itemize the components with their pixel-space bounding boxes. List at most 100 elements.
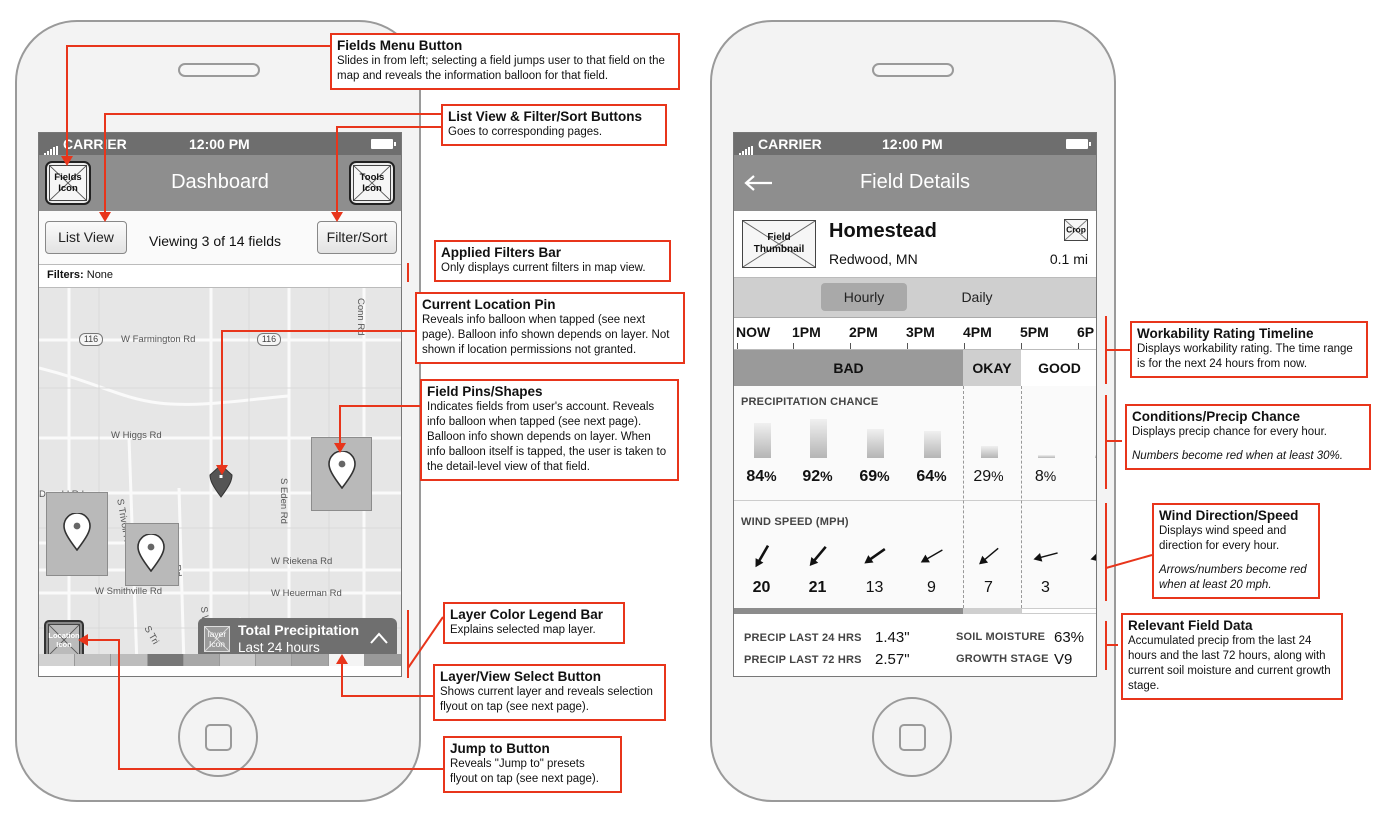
crop-label: Crop — [1066, 224, 1086, 235]
precip-value: 69% — [859, 468, 890, 485]
tab-hourly[interactable]: Hourly — [821, 283, 907, 311]
layer-title: Total Precipitation — [238, 622, 360, 638]
layer-icon: layer Icon — [204, 626, 230, 652]
carrier-label: CARRIER — [63, 136, 127, 152]
field-pin-icon[interactable] — [137, 534, 165, 572]
annotation-desc: Reveals "Jump to" presets flyout on tap … — [450, 758, 599, 785]
route-shield: 116 — [257, 333, 281, 346]
dashboard-screen: CARRIER 12:00 PM Fields Icon Dashboard T… — [38, 132, 402, 677]
wind-direction-arrow-icon — [1032, 552, 1058, 562]
list-view-button[interactable]: List View — [45, 221, 127, 254]
precip-bar — [1037, 455, 1055, 458]
current-location-pin-icon[interactable] — [209, 464, 233, 498]
tab-daily[interactable]: Daily — [934, 283, 1020, 311]
workability-timeline: NOW 1PM 2PM 3PM 4PM 5PM 6P — [734, 318, 1096, 350]
wind-speed-value: 3 — [1041, 579, 1050, 596]
home-button-square-icon — [899, 724, 926, 751]
annotation-title: Applied Filters Bar — [441, 245, 562, 260]
precip24-value: 1.43" — [875, 629, 910, 646]
timeline-hour-label: NOW — [736, 324, 771, 340]
location-icon: Location Icon — [48, 631, 80, 649]
wind-direction-arrow-icon — [755, 544, 769, 568]
wind-speed-value: 13 — [865, 579, 884, 596]
wind-direction-arrow-icon — [863, 548, 886, 564]
annotation-desc: Displays workability rating. The time ra… — [1137, 343, 1353, 370]
annotation-note: Numbers become red when at least 30%. — [1132, 450, 1343, 462]
rating-bad: BAD — [734, 350, 963, 386]
field-summary: PRECIP LAST 24 HRS 1.43" PRECIP LAST 72 … — [734, 614, 1096, 676]
map-view[interactable]: 116 116 W Farmington Rd W Higgs Rd W Rie… — [39, 288, 401, 666]
annotation-title: Relevant Field Data — [1128, 618, 1253, 633]
status-time: 12:00 PM — [189, 136, 250, 152]
annotation-desc: Shows current layer and reveals selectio… — [440, 686, 653, 713]
timeline-tick — [850, 343, 851, 349]
annotation-desc: Accumulated precip from the last 24 hour… — [1128, 635, 1331, 692]
timeline-tick — [737, 343, 738, 349]
viewing-count: Viewing 3 of 14 fields — [149, 233, 282, 249]
field-thumbnail: Field Thumbnail — [742, 220, 816, 268]
toolbar: List View Viewing 3 of 14 fields Filter/… — [39, 211, 401, 265]
rating-okay: OKAY — [963, 350, 1021, 386]
nav-bar: Fields Icon Dashboard Tools Icon — [39, 155, 401, 211]
annotation-field-pins: Field Pins/Shapes Indicates fields from … — [420, 379, 679, 481]
route-shield: 116 — [79, 333, 103, 346]
timeline-tick — [1078, 343, 1079, 349]
annotation-workability: Workability Rating Timeline Displays wor… — [1130, 321, 1368, 378]
rating-good: GOOD — [1021, 350, 1096, 386]
field-pin-icon[interactable] — [328, 451, 356, 489]
layer-subtitle: Last 24 hours — [238, 640, 320, 655]
annotation-desc: Slides in from left; selecting a field j… — [337, 55, 665, 82]
tab-bar: Hourly Daily — [734, 278, 1096, 318]
timeline-hour-label: 6P — [1077, 324, 1095, 340]
layer-select-button[interactable]: layer Icon Total Precipitation Last 24 h… — [198, 618, 397, 659]
timeline-hour-label: 2PM — [849, 324, 878, 340]
annotation-desc: Displays wind speed and direction for ev… — [1159, 525, 1287, 552]
annotation-title: Workability Rating Timeline — [1137, 326, 1314, 341]
wind-direction-arrow-icon — [978, 547, 999, 565]
speaker-slot — [178, 63, 260, 77]
applied-filters-bar: Filters: None — [39, 265, 401, 288]
annotation-jump-to: Jump to Button Reveals "Jump to" presets… — [443, 736, 622, 793]
timeline-tick — [907, 343, 908, 349]
precip-value: 84% — [746, 468, 777, 485]
timeline-hour-label: 3PM — [906, 324, 935, 340]
chevron-up-icon — [370, 632, 388, 644]
road-label: W Farmington Rd — [121, 334, 196, 345]
annotation-desc: Reveals info balloon when tapped (see ne… — [422, 314, 670, 356]
dashed-divider — [1021, 386, 1022, 608]
wind-speed-value: 7 — [984, 579, 993, 596]
tools-icon: Tools Icon — [359, 172, 385, 194]
field-pin-icon[interactable] — [63, 513, 91, 551]
annotation-title: Jump to Button — [450, 741, 550, 756]
precip-value: 64% — [916, 468, 947, 485]
filters-label: Filters: — [47, 269, 84, 281]
wind-speed-value: 2 — [1083, 579, 1097, 597]
crop-icon: Crop — [1064, 219, 1088, 241]
annotation-title: Wind Direction/Speed — [1159, 508, 1299, 523]
road-label: W Heuerman Rd — [271, 588, 342, 599]
precip72-value: 2.57" — [875, 651, 910, 668]
annotation-fields-menu: Fields Menu Button Slides in from left; … — [330, 33, 680, 90]
signal-icon — [44, 140, 59, 156]
road-label: W Riekena Rd — [271, 556, 333, 567]
tools-button[interactable]: Tools Icon — [349, 161, 395, 205]
precip-bar — [866, 429, 884, 458]
timeline-hour-label: 5PM — [1020, 324, 1049, 340]
annotation-title: Layer Color Legend Bar — [450, 607, 604, 622]
annotation-conditions: Conditions/Precip Chance Displays precip… — [1125, 404, 1371, 470]
precip-bar — [809, 419, 827, 458]
precip-value: 6 — [1078, 468, 1097, 486]
annotation-title: Fields Menu Button — [337, 38, 463, 53]
precip-value: 92% — [802, 468, 833, 485]
filter-sort-button[interactable]: Filter/Sort — [317, 221, 397, 254]
precip-bar — [1094, 455, 1096, 458]
annotation-layer-legend: Layer Color Legend Bar Explains selected… — [443, 602, 625, 644]
annotation-title: Current Location Pin — [422, 297, 556, 312]
dashed-divider — [963, 386, 964, 608]
battery-icon — [1066, 139, 1091, 149]
battery-icon — [371, 139, 396, 149]
wind-title: WIND SPEED (MPH) — [741, 516, 849, 528]
precip-bar — [753, 423, 771, 458]
wind-speed-value: 21 — [808, 579, 827, 596]
annotation-desc: Explains selected map layer. — [450, 624, 596, 636]
